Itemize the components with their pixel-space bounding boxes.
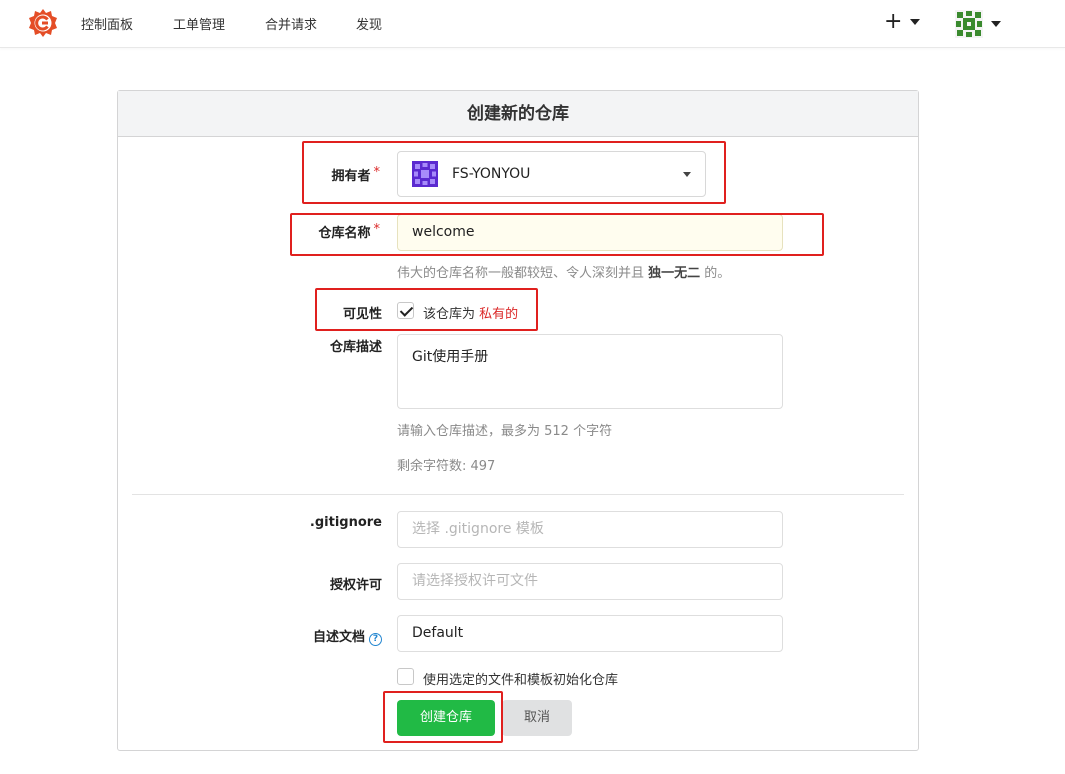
user-menu[interactable] xyxy=(955,10,1001,38)
auto-init-label[interactable]: 使用选定的文件和模板初始化仓库 xyxy=(423,669,618,688)
top-navbar: 控制面板 工单管理 合并请求 发现 + xyxy=(0,0,1065,48)
user-avatar-icon xyxy=(955,10,983,38)
nav-issues[interactable]: 工单管理 xyxy=(173,14,225,33)
gitea-logo-icon[interactable] xyxy=(28,8,58,38)
owner-value: FS-YONYOU xyxy=(452,166,531,182)
nav-dashboard[interactable]: 控制面板 xyxy=(81,14,133,33)
private-checkbox-label[interactable]: 该仓库为 私有的 xyxy=(423,303,518,322)
license-label: 授权许可 xyxy=(329,578,382,593)
readme-select[interactable]: Default xyxy=(397,615,783,652)
remaining-chars: 剩余字符数: 497 xyxy=(397,459,496,474)
readme-label: 自述文档? xyxy=(290,626,382,646)
form-divider xyxy=(132,494,904,495)
caret-down-icon xyxy=(991,21,1001,27)
repo-name-help: 伟大的仓库名称一般都较短、令人深刻并且 独一无二 的。 xyxy=(397,266,731,281)
gitignore-select[interactable]: 选择 .gitignore 模板 xyxy=(397,511,783,548)
repo-name-label: 仓库名称 * xyxy=(318,222,380,241)
caret-down-icon xyxy=(910,19,921,25)
owner-label: 拥有者 * xyxy=(331,165,380,184)
auto-init-checkbox[interactable] xyxy=(397,668,414,685)
private-checkbox[interactable] xyxy=(397,302,414,319)
license-select[interactable]: 请选择授权许可文件 xyxy=(397,563,783,600)
visibility-label: 可见性 xyxy=(342,307,382,322)
nav-explore[interactable]: 发现 xyxy=(356,14,382,33)
dropdown-icon xyxy=(683,172,691,177)
create-menu[interactable]: + xyxy=(884,9,921,34)
description-help: 请输入仓库描述，最多为 512 个字符 xyxy=(397,424,613,439)
create-repo-button[interactable]: 创建仓库 xyxy=(397,700,495,736)
cancel-button[interactable]: 取消 xyxy=(502,700,572,736)
description-textarea[interactable]: Git使用手册 xyxy=(397,334,783,409)
nav-pull-requests[interactable]: 合并请求 xyxy=(265,14,317,33)
question-circle-icon[interactable]: ? xyxy=(369,633,382,646)
owner-select[interactable]: FS-YONYOU xyxy=(397,151,706,197)
org-avatar-icon xyxy=(412,161,438,187)
gitignore-label: .gitignore xyxy=(309,515,382,530)
form-title: 创建新的仓库 xyxy=(118,91,918,137)
description-label: 仓库描述 xyxy=(329,340,382,355)
repo-name-input[interactable]: welcome xyxy=(397,214,783,251)
plus-icon: + xyxy=(884,9,903,34)
